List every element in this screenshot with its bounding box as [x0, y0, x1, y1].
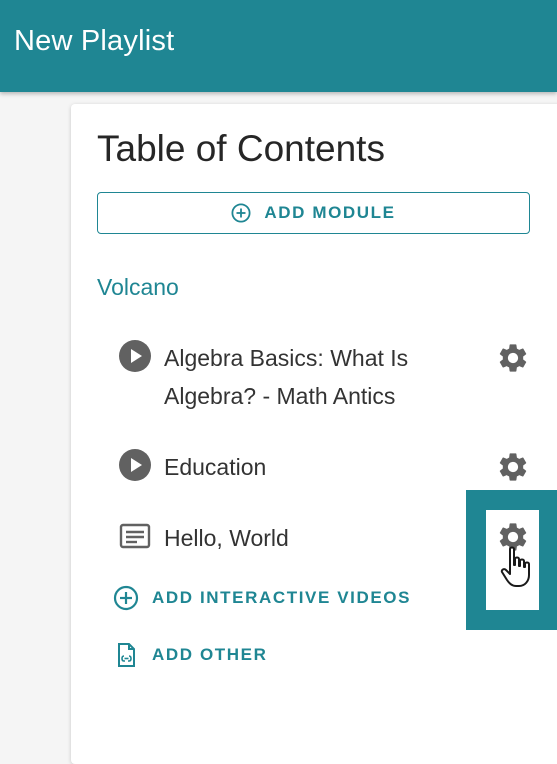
app-header: New Playlist: [0, 0, 557, 92]
toc-title: Table of Contents: [97, 128, 385, 169]
module-item-label: Algebra Basics: What Is Algebra? - Math …: [164, 345, 409, 409]
module-item-label: Education: [164, 454, 267, 480]
module-item[interactable]: Education: [118, 448, 464, 486]
add-module-label: ADD MODULE: [264, 203, 396, 222]
hand-pointer-cursor-icon: [498, 545, 538, 589]
add-other-label: ADD OTHER: [152, 645, 268, 664]
add-circle-icon: [231, 203, 251, 223]
item-settings-gear-icon[interactable]: [496, 341, 530, 375]
add-circle-icon: [113, 585, 139, 611]
add-interactive-videos-button[interactable]: ADD INTERACTIVE VIDEOS: [113, 585, 411, 611]
add-other-button[interactable]: ADD OTHER: [113, 642, 267, 668]
add-interactive-videos-label: ADD INTERACTIVE VIDEOS: [152, 588, 412, 607]
page-title: New Playlist: [14, 25, 175, 57]
add-module-button[interactable]: ADD MODULE: [97, 192, 530, 234]
item-settings-gear-icon[interactable]: [496, 450, 530, 484]
file-link-icon: [113, 642, 139, 668]
play-circle-icon: [118, 448, 152, 482]
module-item-label: Hello, World: [164, 525, 289, 551]
module-title[interactable]: Volcano: [97, 272, 179, 302]
text-document-icon: [118, 519, 152, 553]
play-circle-icon: [118, 339, 152, 373]
module-item[interactable]: Algebra Basics: What Is Algebra? - Math …: [118, 339, 464, 415]
module-item[interactable]: Hello, World: [118, 519, 464, 557]
